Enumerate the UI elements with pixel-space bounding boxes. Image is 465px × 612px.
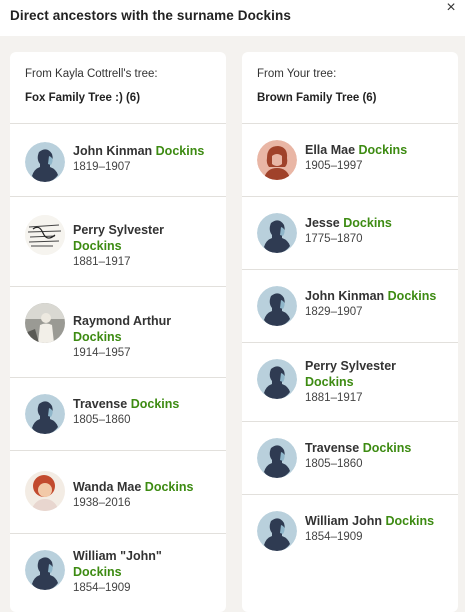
dialog-title: Direct ancestors with the surname Dockin… xyxy=(10,8,291,23)
person-photo xyxy=(25,303,65,343)
ancestor-dates: 1854–1909 xyxy=(305,531,363,543)
ancestor-name: Raymond Arthur Dockins xyxy=(73,314,172,344)
close-icon[interactable]: × xyxy=(443,0,459,16)
ancestor-name: Wanda Mae Dockins xyxy=(73,480,194,494)
silhouette-icon xyxy=(25,394,65,434)
silhouette-icon xyxy=(257,438,297,478)
ancestor-dates: 1881–1917 xyxy=(73,256,131,268)
panel-header: From Your tree: Brown Family Tree (6) xyxy=(242,52,458,124)
ancestor-row[interactable]: William John Dockins 1854–1909 xyxy=(242,495,458,568)
ancestor-row[interactable]: Jesse Dockins 1775–1870 xyxy=(242,197,458,270)
ancestor-dates: 1914–1957 xyxy=(73,347,131,359)
tree-source-label: From Your tree: xyxy=(257,68,337,80)
silhouette-icon xyxy=(257,511,297,551)
ancestor-dates: 1805–1860 xyxy=(73,414,131,426)
silhouette-icon xyxy=(257,213,297,253)
ancestor-name: Jesse Dockins xyxy=(305,216,392,230)
ancestor-dates: 1775–1870 xyxy=(305,233,363,245)
ancestor-name: Ella Mae Dockins xyxy=(305,143,408,157)
tree-panel-kayla: From Kayla Cottrell's tree: Fox Family T… xyxy=(10,52,226,612)
ancestor-row[interactable]: Ella Mae Dockins 1905–1997 xyxy=(242,124,458,197)
ancestor-row[interactable]: Perry Sylvester Dockins 1881–1917 xyxy=(10,197,226,287)
ancestor-name: William "John" Dockins xyxy=(73,549,162,579)
ancestor-name: John Kinman Dockins xyxy=(73,144,205,158)
silhouette-icon xyxy=(25,142,65,182)
tree-source-label: From Kayla Cottrell's tree: xyxy=(25,68,158,80)
ancestor-row[interactable]: Wanda Mae Dockins 1938–2016 xyxy=(10,451,226,534)
ancestor-name: Travense Dockins xyxy=(305,441,412,455)
ancestor-row[interactable]: John Kinman Dockins 1819–1907 xyxy=(10,124,226,197)
silhouette-icon xyxy=(257,359,297,399)
ancestor-dates: 1854–1909 xyxy=(73,582,131,594)
dialog-header: Direct ancestors with the surname Dockin… xyxy=(0,0,465,36)
tree-panel-yours: From Your tree: Brown Family Tree (6) El… xyxy=(242,52,458,612)
ancestor-dates: 1938–2016 xyxy=(73,497,131,509)
ancestor-dates: 1881–1917 xyxy=(305,392,363,404)
ancestor-row[interactable]: Raymond Arthur Dockins 1914–1957 xyxy=(10,287,226,378)
female-silhouette-icon xyxy=(257,140,297,180)
panel-header: From Kayla Cottrell's tree: Fox Family T… xyxy=(10,52,226,124)
ancestor-dates: 1805–1860 xyxy=(305,458,363,470)
ancestor-row[interactable]: Perry Sylvester Dockins 1881–1917 xyxy=(242,343,458,422)
ancestor-row[interactable]: Travense Dockins 1805–1860 xyxy=(10,378,226,451)
document-photo xyxy=(25,215,65,255)
ancestor-row[interactable]: Travense Dockins 1805–1860 xyxy=(242,422,458,495)
ancestor-dates: 1905–1997 xyxy=(305,160,363,172)
tree-name[interactable]: Brown Family Tree (6) xyxy=(257,92,443,104)
ancestor-name: Travense Dockins xyxy=(73,397,180,411)
silhouette-icon xyxy=(257,286,297,326)
ancestor-dates: 1819–1907 xyxy=(73,161,131,173)
ancestor-name: Perry Sylvester Dockins xyxy=(73,223,165,253)
person-photo xyxy=(25,471,65,511)
ancestor-row[interactable]: John Kinman Dockins 1829–1907 xyxy=(242,270,458,343)
ancestor-name: John Kinman Dockins xyxy=(305,289,437,303)
ancestor-dates: 1829–1907 xyxy=(305,306,363,318)
ancestor-row[interactable]: William "John" Dockins 1854–1909 xyxy=(10,534,226,612)
tree-name[interactable]: Fox Family Tree :) (6) xyxy=(25,92,211,104)
ancestor-name: William John Dockins xyxy=(305,514,435,528)
ancestor-name: Perry Sylvester Dockins xyxy=(305,359,397,389)
silhouette-icon xyxy=(25,550,65,590)
